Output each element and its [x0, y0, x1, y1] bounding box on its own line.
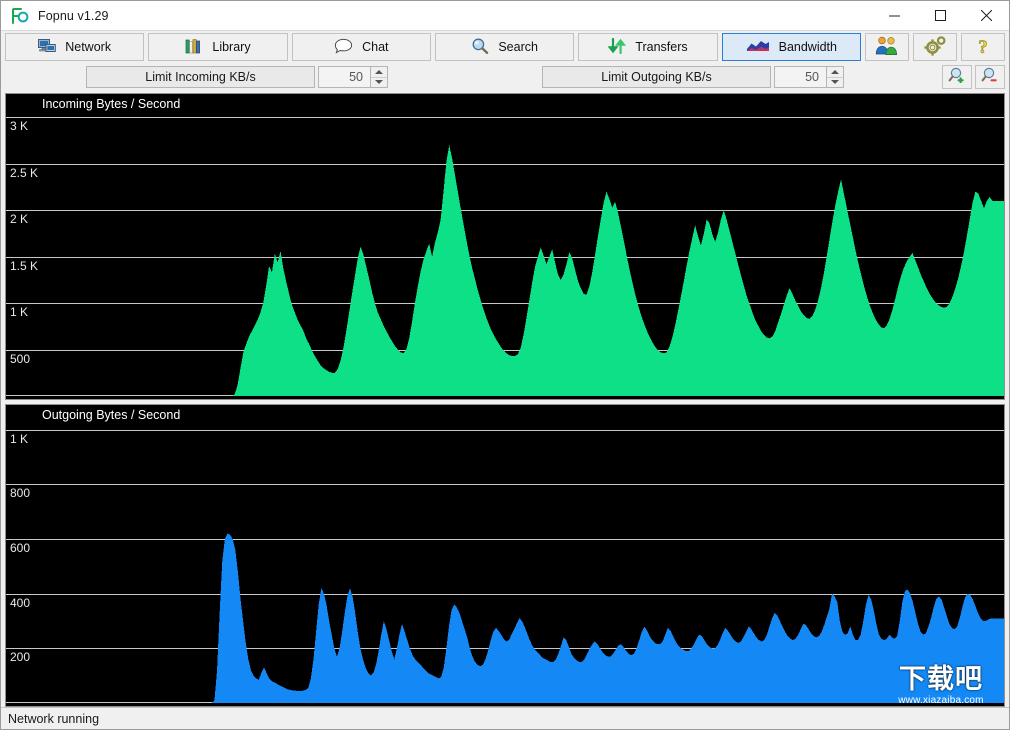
chat-bubble-icon	[334, 38, 353, 57]
y-axis-tick-label: 400	[10, 596, 31, 610]
window-controls	[871, 1, 1009, 31]
limit-incoming-down-button[interactable]	[371, 78, 387, 88]
y-axis-tick-label: 1 K	[10, 432, 29, 446]
question-mark-icon: ?	[974, 36, 992, 59]
limit-outgoing-label: Limit Outgoing KB/s	[601, 70, 712, 84]
zoom-in-button[interactable]	[942, 65, 972, 89]
bandwidth-limits-row: Limit Incoming KB/s 50 Limit Outgoing KB…	[1, 63, 1009, 91]
tab-network-label: Network	[65, 40, 112, 54]
tab-transfers-label: Transfers	[635, 40, 688, 54]
limit-outgoing-arrows[interactable]	[826, 66, 844, 88]
outgoing-plot-area: 200 400 600 800 1 K	[6, 405, 1004, 706]
maximize-button[interactable]	[917, 1, 963, 31]
limit-outgoing-up-button[interactable]	[827, 67, 843, 78]
fopnu-window: Fopnu v1.29 Network Library Chat Search …	[0, 0, 1010, 730]
tab-chat-label: Chat	[362, 40, 389, 54]
tab-library-label: Library	[212, 40, 251, 54]
tab-search[interactable]: Search	[434, 33, 575, 61]
minimize-button[interactable]	[871, 1, 917, 31]
window-title: Fopnu v1.29	[38, 8, 109, 23]
incoming-chart-panel[interactable]: Incoming Bytes / Second 500 1 K 1.5 K 2 K 2.…	[5, 93, 1005, 400]
search-magnifier-icon	[471, 38, 489, 57]
bandwidth-charts: Incoming Bytes / Second 500 1 K 1.5 K 2 K 2.…	[1, 91, 1009, 707]
limit-outgoing-input[interactable]: 50	[774, 66, 826, 88]
chevron-down-icon	[375, 80, 383, 85]
incoming-chart-title: Incoming Bytes / Second	[42, 97, 181, 111]
incoming-area-series	[6, 145, 1004, 396]
chevron-up-icon	[375, 69, 383, 74]
tab-library[interactable]: Library	[148, 33, 288, 61]
limit-incoming-input[interactable]: 50	[318, 66, 370, 88]
y-axis-tick-label: 2 K	[10, 212, 29, 226]
y-axis-tick-label: 600	[10, 541, 31, 555]
limit-outgoing-button[interactable]: Limit Outgoing KB/s	[542, 66, 771, 88]
tab-chat[interactable]: Chat	[291, 33, 431, 61]
limit-incoming-label: Limit Incoming KB/s	[145, 70, 256, 84]
transfers-arrows-icon	[607, 37, 627, 57]
close-button[interactable]	[963, 1, 1009, 31]
settings-button[interactable]	[912, 33, 957, 61]
zoom-in-magnifier-icon	[948, 67, 966, 88]
zoom-out-button[interactable]	[975, 65, 1005, 89]
y-axis-tick-label: 3 K	[10, 119, 29, 133]
gears-icon	[923, 35, 947, 59]
chevron-up-icon	[831, 69, 839, 74]
y-axis-tick-label: 800	[10, 486, 31, 500]
limit-incoming-up-button[interactable]	[371, 67, 387, 78]
tab-bandwidth[interactable]: Bandwidth	[721, 33, 861, 61]
y-axis-tick-label: 200	[10, 650, 31, 664]
limit-incoming-button[interactable]: Limit Incoming KB/s	[86, 66, 315, 88]
limit-outgoing-down-button[interactable]	[827, 78, 843, 88]
tab-search-label: Search	[498, 40, 538, 54]
bandwidth-graph-icon	[746, 38, 770, 57]
limit-incoming-arrows[interactable]	[370, 66, 388, 88]
users-button[interactable]	[864, 33, 909, 61]
y-axis-tick-label: 1.5 K	[10, 259, 39, 273]
y-axis-tick-label: 2.5 K	[10, 166, 39, 180]
status-bar: Network running	[1, 707, 1009, 729]
library-books-icon	[185, 38, 203, 57]
y-axis-tick-label: 500	[10, 352, 31, 366]
main-toolbar: Network Library Chat Search Transfers Ba…	[1, 31, 1009, 63]
fopnu-logo-icon	[9, 5, 31, 27]
title-bar: Fopnu v1.29	[1, 1, 1009, 31]
outgoing-chart-panel[interactable]: Outgoing Bytes / Second 200 400 600 800 1 K	[5, 404, 1005, 707]
tab-bandwidth-label: Bandwidth	[778, 40, 837, 54]
zoom-out-magnifier-icon	[981, 67, 999, 88]
tab-network[interactable]: Network	[5, 33, 145, 61]
outgoing-chart-title: Outgoing Bytes / Second	[42, 408, 181, 422]
outgoing-area-series	[6, 533, 1004, 703]
network-computer-icon	[38, 38, 57, 57]
tab-transfers[interactable]: Transfers	[578, 33, 718, 61]
svg-text:?: ?	[978, 37, 988, 56]
users-people-icon	[874, 36, 900, 59]
help-button[interactable]: ?	[960, 33, 1005, 61]
limit-incoming-stepper[interactable]: 50	[318, 66, 388, 88]
chevron-down-icon	[831, 80, 839, 85]
y-axis-tick-label: 1 K	[10, 305, 29, 319]
limit-outgoing-stepper[interactable]: 50	[774, 66, 844, 88]
status-text: Network running	[8, 711, 100, 726]
incoming-plot-area: 500 1 K 1.5 K 2 K 2.5 K 3 K	[6, 94, 1004, 399]
